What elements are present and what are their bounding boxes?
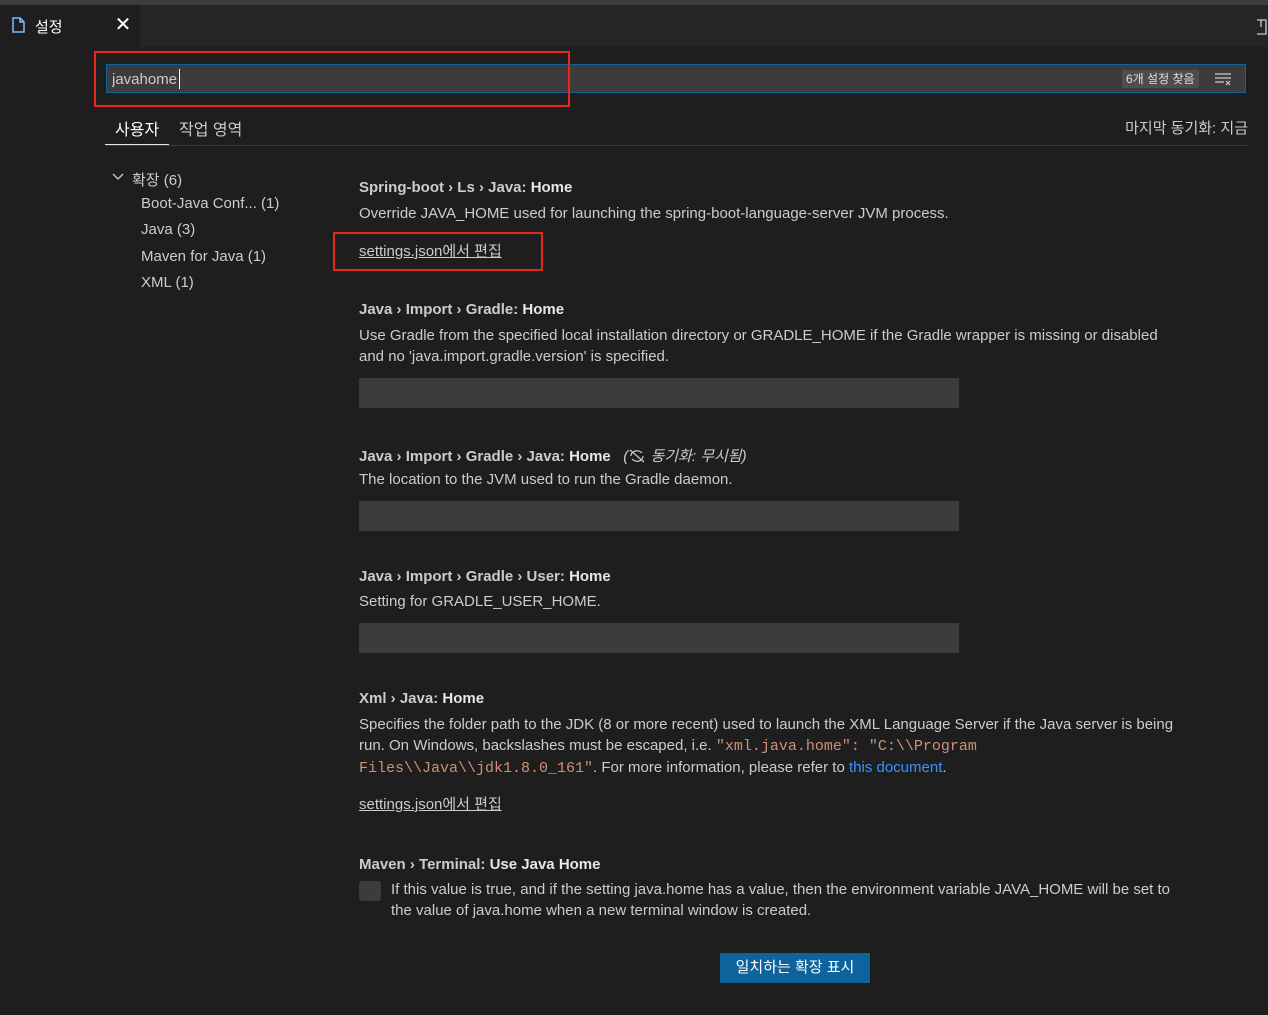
setting-name: Home <box>522 301 565 318</box>
setting-name: Home <box>569 568 611 585</box>
period: . <box>942 759 947 776</box>
setting-name: Home <box>569 448 611 465</box>
setting-description: Setting for GRADLE_USER_HOME. <box>359 593 601 610</box>
setting-title: Maven › Terminal: Use Java Home <box>359 856 601 873</box>
setting-description: Use Gradle from the specified local inst… <box>359 325 1259 367</box>
toc-item-xml[interactable]: XML (1) <box>141 274 194 291</box>
search-highlight-box <box>94 51 570 107</box>
description-line: the value of java.home when a new termin… <box>391 902 812 919</box>
setting-category: Java › Import › Gradle › User: <box>359 568 570 585</box>
toc-item-maven[interactable]: Maven for Java (1) <box>141 248 266 265</box>
gradle-java-home-input[interactable] <box>359 501 959 531</box>
chevron-down-icon[interactable] <box>112 171 124 183</box>
clear-filter-icon[interactable] <box>1214 72 1232 86</box>
toc-group-extensions[interactable]: 확장 (6) <box>132 169 182 190</box>
setting-title: Spring-boot › Ls › Java: Home <box>359 179 572 196</box>
setting-category: Java › Import › Gradle › Java: <box>359 448 570 465</box>
setting-title: Java › Import › Gradle › Java: Home ( 동기… <box>359 445 747 466</box>
setting-description: Specifies the folder path to the JDK (8 … <box>359 714 1249 779</box>
tab-user[interactable]: 사용자 <box>115 116 159 140</box>
sync-status: 마지막 동기화: 지금 <box>1125 120 1248 137</box>
setting-category: Java › Import › Gradle: <box>359 301 523 318</box>
edit-in-settings-json-link[interactable]: settings.json에서 편집 <box>359 793 502 814</box>
sync-ignored-text: 동기화: 무시됨) <box>650 448 747 465</box>
editor-tab-bar: 설정 ✕ <box>0 5 1268 47</box>
setting-title: Java › Import › Gradle › User: Home <box>359 568 611 585</box>
setting-description: If this value is true, and if the settin… <box>391 879 1251 921</box>
toc-item-boot-java[interactable]: Boot-Java Conf... (1) <box>141 195 279 212</box>
description-line: and no 'java.import.gradle.version' is s… <box>359 348 670 365</box>
description-line: Use Gradle from the specified local inst… <box>359 327 1158 344</box>
sync-ignored-label: ( 동기화: 무시됨) <box>615 448 747 465</box>
edit-link-highlight-box <box>333 232 543 271</box>
sync-ignored-icon <box>629 449 645 463</box>
description-line: Specifies the folder path to the JDK (8 … <box>359 716 1174 733</box>
header-divider <box>105 145 1248 146</box>
description-line: Files\\Java\\jdk1.8.0_161". For more inf… <box>359 757 1249 779</box>
gradle-user-home-input[interactable] <box>359 623 959 653</box>
setting-title: Xml › Java: Home <box>359 690 484 707</box>
tab-workspace[interactable]: 작업 영역 <box>179 116 242 140</box>
setting-name: Home <box>442 690 485 707</box>
gradle-home-input[interactable] <box>359 378 959 408</box>
description-line: run. On Windows, backslashes must be esc… <box>359 735 1249 757</box>
description-text: run. On Windows, backslashes must be esc… <box>359 737 716 754</box>
results-count-badge: 6개 설정 찾음 <box>1122 70 1199 88</box>
description-line: If this value is true, and if the settin… <box>391 881 1171 898</box>
close-icon[interactable]: ✕ <box>112 13 134 37</box>
setting-category: Xml › Java: <box>359 690 443 707</box>
code-snippet: "xml.java.home": "C:\\Program <box>715 738 977 755</box>
setting-name: Use Java Home <box>489 856 601 873</box>
split-editor-icon[interactable] <box>1255 18 1267 36</box>
setting-title: Java › Import › Gradle: Home <box>359 301 564 318</box>
setting-description: Override JAVA_HOME used for launching th… <box>359 205 949 222</box>
show-matching-extensions-button[interactable]: 일치하는 확장 표시 <box>720 953 870 983</box>
setting-description: The location to the JVM used to run the … <box>359 471 733 488</box>
setting-category: Spring-boot › Ls › Java: <box>359 179 531 196</box>
description-text: . For more information, please refer to <box>593 759 849 776</box>
use-java-home-checkbox[interactable] <box>359 881 381 901</box>
tab-title: 설정 <box>35 19 63 36</box>
file-icon <box>12 17 25 33</box>
documentation-link[interactable]: this document <box>849 759 942 776</box>
code-snippet: Files\\Java\\jdk1.8.0_161" <box>359 760 594 777</box>
settings-tab[interactable]: 설정 ✕ <box>0 5 140 47</box>
setting-category: Maven › Terminal: <box>359 856 490 873</box>
toc-item-java[interactable]: Java (3) <box>141 221 195 238</box>
setting-name: Home <box>530 179 573 196</box>
